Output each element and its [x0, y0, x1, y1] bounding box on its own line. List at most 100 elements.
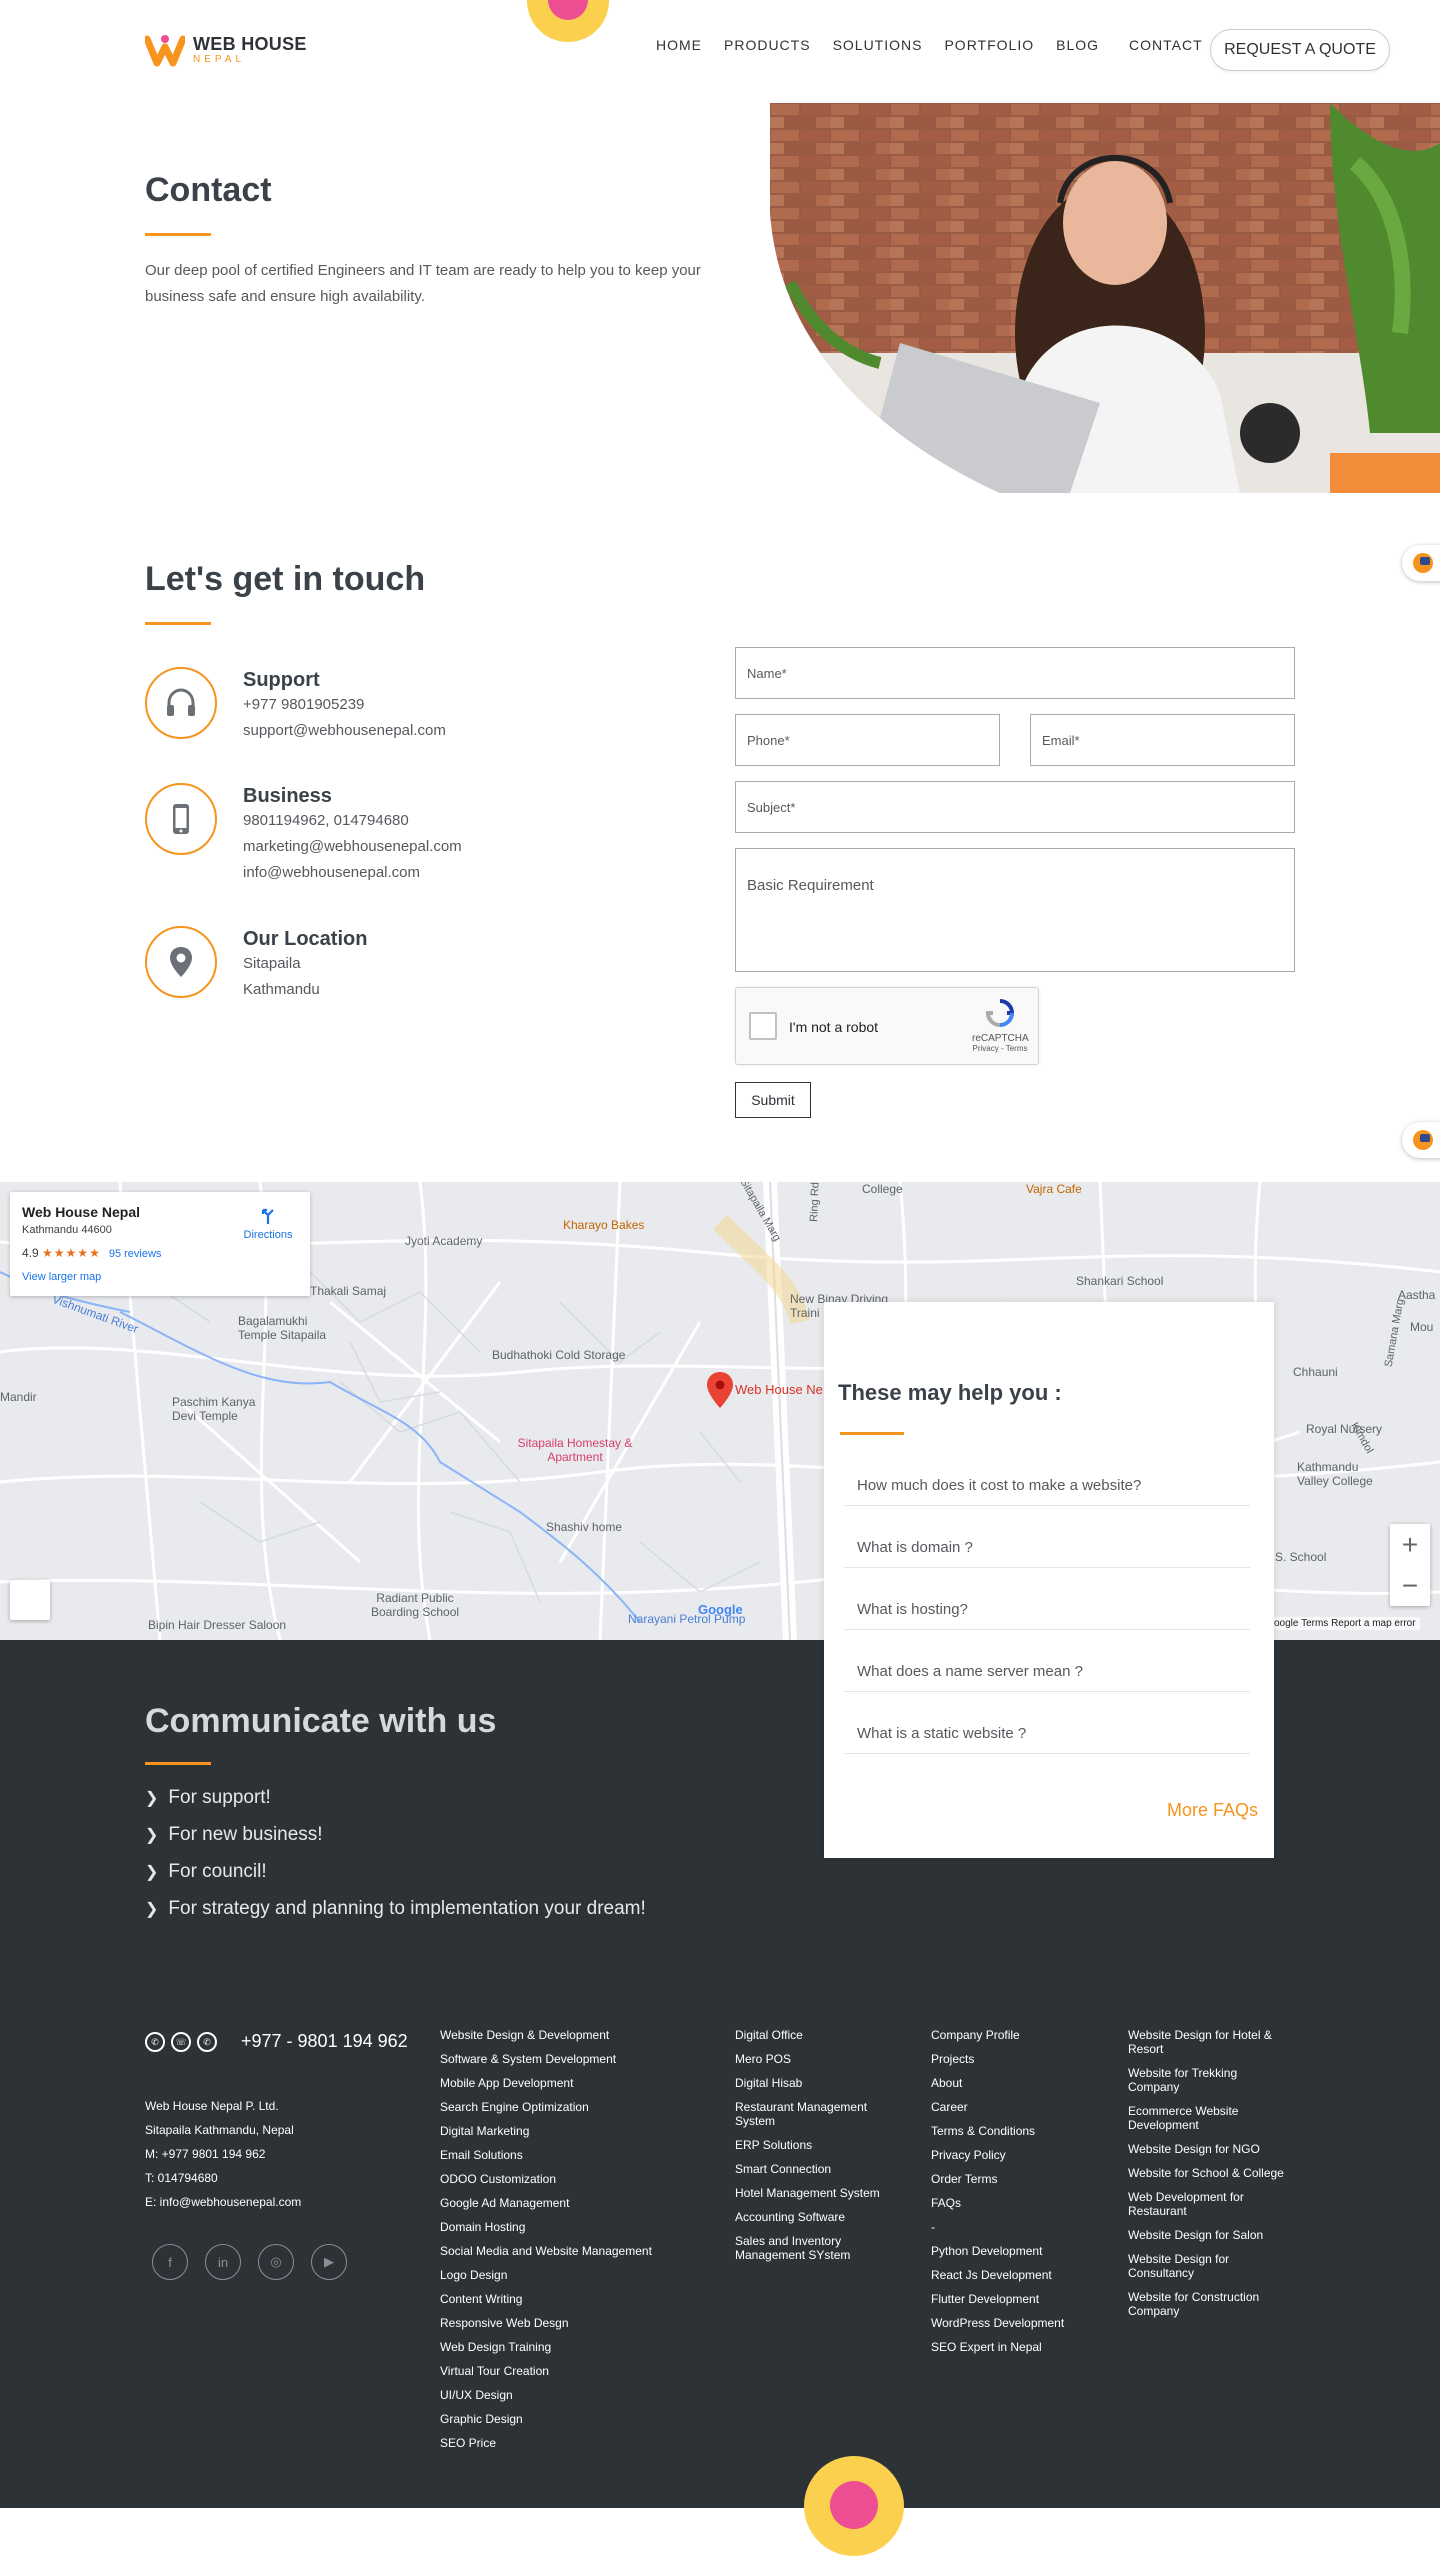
footer-link[interactable]: Domain Hosting — [440, 2220, 690, 2234]
footer-link[interactable]: Logo Design — [440, 2268, 690, 2282]
footer-link[interactable]: Order Terms — [931, 2172, 1091, 2186]
footer-link[interactable]: Ecommerce Website Development — [1128, 2104, 1288, 2132]
map-reviews-link[interactable]: 95 reviews — [109, 1248, 162, 1260]
footer-link[interactable]: About — [931, 2076, 1091, 2090]
footer-link[interactable]: Digital Office — [735, 2028, 885, 2042]
instagram-icon[interactable]: ◎ — [258, 2244, 294, 2280]
nav-products[interactable]: PRODUCTS — [724, 37, 811, 53]
side-chat-widget-icon[interactable] — [1402, 1122, 1440, 1158]
map-label: S. School — [1275, 1550, 1327, 1564]
nav-home[interactable]: HOME — [656, 37, 702, 53]
footer-phone[interactable]: +977 - 9801 194 962 — [241, 2031, 408, 2052]
footer-link[interactable]: Digital Marketing — [440, 2124, 690, 2138]
footer-link[interactable]: SEO Expert in Nepal — [931, 2340, 1091, 2354]
faq-item[interactable]: What does a name server mean ? — [844, 1652, 1250, 1692]
footer-link[interactable]: ERP Solutions — [735, 2138, 885, 2152]
footer-link[interactable]: Mobile App Development — [440, 2076, 690, 2090]
footer-link[interactable]: UI/UX Design — [440, 2388, 690, 2402]
street-view-pegman-icon[interactable] — [10, 1580, 50, 1620]
email-field[interactable]: Email* — [1030, 714, 1295, 766]
footer-link[interactable]: Website Design for Consultancy — [1128, 2252, 1288, 2280]
footer-link[interactable]: FAQs — [931, 2196, 1091, 2210]
map-attribution[interactable]: oogle Terms Report a map error — [1270, 1617, 1420, 1630]
footer-link[interactable]: Smart Connection — [735, 2162, 885, 2176]
footer-link[interactable]: React Js Development — [931, 2268, 1091, 2282]
footer-link[interactable]: Social Media and Website Management — [440, 2244, 690, 2258]
map-place-card: Web House Nepal Kathmandu 44600 4.9 ★★★★… — [10, 1192, 310, 1296]
request-quote-button[interactable]: REQUEST A QUOTE — [1210, 29, 1390, 71]
nav-contact[interactable]: CONTACT — [1129, 37, 1203, 53]
zoom-out-button[interactable]: − — [1390, 1565, 1430, 1606]
footer-link[interactable]: Terms & Conditions — [931, 2124, 1091, 2138]
faq-item[interactable]: What is a static website ? — [844, 1714, 1250, 1754]
footer-link[interactable]: Restaurant Management System — [735, 2100, 885, 2128]
footer-link[interactable]: Search Engine Optimization — [440, 2100, 690, 2114]
brand-logo[interactable]: WEB HOUSE NEPAL — [143, 32, 341, 68]
faq-item[interactable]: What is domain ? — [844, 1528, 1250, 1568]
recaptcha-terms[interactable]: Privacy - Terms — [972, 1044, 1028, 1053]
footer-link[interactable]: Accounting Software — [735, 2210, 885, 2224]
nav-solutions[interactable]: SOLUTIONS — [833, 37, 923, 53]
footer-info-line: Sitapaila Kathmandu, Nepal — [145, 2123, 294, 2137]
footer-link[interactable]: Content Writing — [440, 2292, 690, 2306]
footer-link[interactable]: Software & System Development — [440, 2052, 690, 2066]
business-phone[interactable]: 9801194962, 014794680 — [243, 808, 462, 834]
footer-link[interactable]: Google Ad Management — [440, 2196, 690, 2210]
support-phone[interactable]: +977 9801905239 — [243, 692, 446, 718]
phone-icon[interactable]: ✆ — [145, 2032, 165, 2052]
footer-link[interactable]: Python Development — [931, 2244, 1091, 2258]
business-email-marketing[interactable]: marketing@webhousenepal.com — [243, 834, 462, 860]
submit-button[interactable]: Submit — [735, 1082, 811, 1118]
nav-blog[interactable]: BLOG — [1056, 37, 1099, 53]
footer-link[interactable]: Graphic Design — [440, 2412, 690, 2426]
footer-link[interactable]: Website Design for NGO — [1128, 2142, 1288, 2156]
name-field[interactable]: Name* — [735, 647, 1295, 699]
recaptcha-checkbox[interactable] — [749, 1012, 777, 1040]
subject-field[interactable]: Subject* — [735, 781, 1295, 833]
footer-link[interactable]: Privacy Policy — [931, 2148, 1091, 2162]
footer-col-products: Digital Office Mero POS Digital Hisab Re… — [735, 2028, 885, 2272]
footer-link[interactable]: WordPress Development — [931, 2316, 1091, 2330]
footer-link[interactable]: Responsive Web Desgn — [440, 2316, 690, 2330]
more-faqs-link[interactable]: More FAQs — [1167, 1800, 1258, 1821]
footer-link[interactable]: Website for Trekking Company — [1128, 2066, 1288, 2094]
linkedin-icon[interactable]: in — [205, 2244, 241, 2280]
footer-link[interactable]: Web Development for Restaurant — [1128, 2190, 1288, 2218]
footer-link[interactable]: Website Design & Development — [440, 2028, 690, 2042]
phone-field[interactable]: Phone* — [735, 714, 1000, 766]
footer-link[interactable]: Mero POS — [735, 2052, 885, 2066]
requirement-textarea[interactable]: Basic Requirement — [735, 848, 1295, 972]
footer-link[interactable]: Website for School & College — [1128, 2166, 1288, 2180]
footer-link[interactable]: ODOO Customization — [440, 2172, 690, 2186]
nav-portfolio[interactable]: PORTFOLIO — [944, 37, 1034, 53]
support-email[interactable]: support@webhousenepal.com — [243, 718, 446, 744]
footer-link[interactable]: Hotel Management System — [735, 2186, 885, 2200]
footer-link[interactable]: Website for Construction Company — [1128, 2290, 1288, 2318]
map-label: Paschim Kanya Devi Temple — [172, 1395, 256, 1423]
footer-link[interactable]: Company Profile — [931, 2028, 1091, 2042]
footer-link[interactable]: Sales and Inventory Management SYstem — [735, 2234, 885, 2262]
whatsapp-icon[interactable]: ✆ — [197, 2032, 217, 2052]
viber-icon[interactable]: ☏ — [171, 2032, 191, 2052]
footer-link[interactable]: SEO Price — [440, 2436, 690, 2450]
footer-link[interactable]: Flutter Development — [931, 2292, 1091, 2306]
footer-link[interactable]: Website Design for Hotel & Resort — [1128, 2028, 1288, 2056]
footer-link[interactable]: Digital Hisab — [735, 2076, 885, 2090]
youtube-icon[interactable]: ▶ — [311, 2244, 347, 2280]
faq-item[interactable]: How much does it cost to make a website? — [844, 1466, 1250, 1506]
footer-link[interactable]: Web Design Training — [440, 2340, 690, 2354]
facebook-icon[interactable]: f — [152, 2244, 188, 2280]
directions-button[interactable]: Directions — [238, 1204, 298, 1241]
footer-link[interactable]: Email Solutions — [440, 2148, 690, 2162]
zoom-in-button[interactable]: + — [1390, 1524, 1430, 1565]
side-chat-widget-icon[interactable] — [1402, 545, 1440, 581]
footer-link[interactable]: Virtual Tour Creation — [440, 2364, 690, 2378]
footer-link[interactable]: Career — [931, 2100, 1091, 2114]
footer-link[interactable]: Website Design for Salon — [1128, 2228, 1288, 2242]
location-marker-icon[interactable] — [707, 1372, 733, 1413]
business-email-info[interactable]: info@webhousenepal.com — [243, 860, 462, 886]
communicate-title: Communicate with us — [145, 1702, 497, 1740]
view-larger-map-link[interactable]: View larger map — [22, 1271, 101, 1283]
faq-item[interactable]: What is hosting? — [844, 1590, 1250, 1630]
footer-link[interactable]: Projects — [931, 2052, 1091, 2066]
